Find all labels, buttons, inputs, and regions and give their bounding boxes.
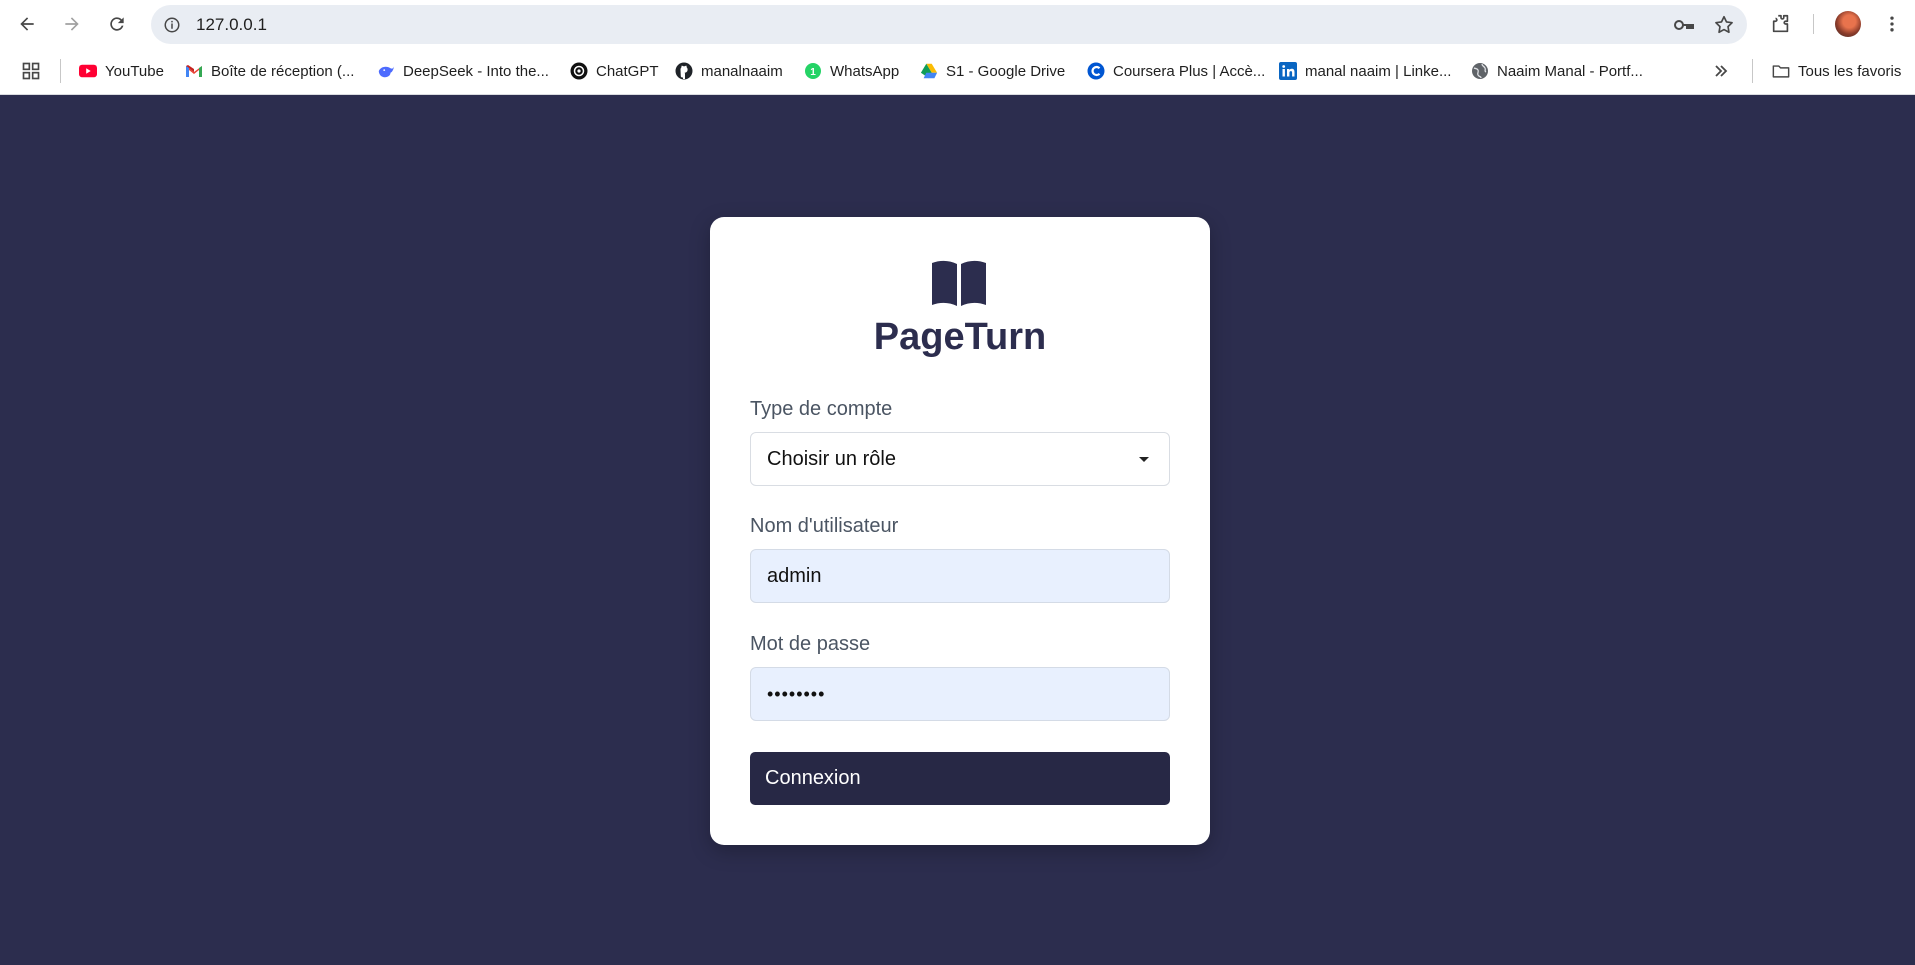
- github-icon: [675, 62, 693, 80]
- bookmark-youtube[interactable]: YouTube: [79, 59, 164, 83]
- bookmark-label: ChatGPT: [596, 62, 659, 80]
- site-info-icon[interactable]: [161, 14, 183, 36]
- bookmarks-bar: YouTube Boîte de réception (... DeepSeek…: [0, 47, 1915, 95]
- bookmark-label: YouTube: [105, 62, 164, 80]
- url-text[interactable]: 127.0.0.1: [196, 15, 267, 35]
- bookmark-label: Coursera Plus | Accè...: [1113, 62, 1266, 80]
- profile-avatar[interactable]: [1835, 11, 1861, 37]
- youtube-icon: [79, 62, 97, 80]
- google-drive-icon: [920, 62, 938, 80]
- back-button[interactable]: [11, 8, 43, 40]
- bookmark-label: manal naaim | Linke...: [1305, 62, 1452, 80]
- account-type-select[interactable]: Choisir un rôle: [750, 432, 1170, 486]
- bookmark-label: S1 - Google Drive: [946, 62, 1066, 80]
- bookmark-chatgpt[interactable]: ChatGPT: [570, 59, 659, 83]
- bookmark-whatsapp[interactable]: 1 WhatsApp: [804, 59, 899, 83]
- arrow-left-icon: [20, 17, 34, 31]
- account-type-label: Type de compte: [750, 398, 893, 420]
- arrow-right-icon: [65, 17, 79, 31]
- password-value: ••••••••: [767, 683, 826, 704]
- bookmark-linkedin[interactable]: manal naaim | Linke...: [1279, 59, 1451, 83]
- username-value: admin: [767, 564, 822, 587]
- browser-toolbar: 127.0.0.1: [0, 0, 1915, 47]
- bookmark-deepseek[interactable]: DeepSeek - Into the...: [377, 59, 549, 83]
- globe-icon: [1471, 62, 1489, 80]
- chatgpt-icon: [570, 62, 588, 80]
- folder-icon: [1772, 62, 1790, 80]
- bookmark-portfolio[interactable]: Naaim Manal - Portf...: [1471, 59, 1643, 83]
- bookmark-github[interactable]: manalnaaim: [675, 59, 783, 83]
- toolbar-divider: [1813, 14, 1814, 34]
- svg-text:1: 1: [810, 67, 816, 78]
- address-bar[interactable]: 127.0.0.1: [151, 5, 1747, 44]
- reload-icon: [110, 17, 124, 31]
- bookmark-coursera[interactable]: Coursera Plus | Accè...: [1087, 59, 1265, 83]
- password-input[interactable]: ••••••••: [750, 667, 1170, 721]
- login-card: PageTurn Type de compte Choisir un rôle …: [710, 217, 1210, 845]
- bookmark-google-drive[interactable]: S1 - Google Drive: [920, 59, 1065, 83]
- bookmark-label: WhatsApp: [830, 62, 900, 80]
- bookmark-gmail[interactable]: Boîte de réception (...: [185, 59, 354, 83]
- username-label: Nom d'utilisateur: [750, 515, 899, 537]
- password-key-icon[interactable]: [1669, 10, 1698, 39]
- bookmark-label: Naaim Manal - Portf...: [1497, 62, 1643, 80]
- kebab-menu-icon[interactable]: [1876, 8, 1908, 40]
- extensions-icon[interactable]: [1765, 8, 1797, 40]
- open-book-icon: [932, 260, 986, 306]
- account-type-value: Choisir un rôle: [767, 447, 896, 470]
- gmail-icon: [185, 62, 203, 80]
- more-bookmarks-chevron-icon[interactable]: [1712, 59, 1730, 83]
- bookmarks-divider: [60, 59, 61, 83]
- deepseek-icon: [377, 62, 395, 80]
- bookmark-label: DeepSeek - Into the...: [403, 62, 549, 80]
- all-bookmarks-folder[interactable]: Tous les favoris: [1772, 59, 1901, 83]
- login-button[interactable]: Connexion: [750, 752, 1170, 805]
- coursera-icon: [1087, 62, 1105, 80]
- whatsapp-icon: 1: [804, 62, 822, 80]
- username-input[interactable]: admin: [750, 549, 1170, 603]
- apps-grid-icon[interactable]: [21, 59, 41, 83]
- forward-button[interactable]: [56, 8, 88, 40]
- dropdown-caret-icon: [1139, 457, 1149, 462]
- password-label: Mot de passe: [750, 633, 871, 655]
- linkedin-icon: [1279, 62, 1297, 80]
- login-button-label: Connexion: [765, 767, 861, 789]
- brand-title: PageTurn: [873, 316, 1047, 358]
- reload-button[interactable]: [101, 8, 133, 40]
- bookmark-label: manalnaaim: [701, 62, 783, 80]
- bookmark-label: Boîte de réception (...: [211, 62, 355, 80]
- bookmarks-divider: [1752, 59, 1753, 83]
- bookmark-star-icon[interactable]: [1709, 10, 1738, 39]
- all-bookmarks-label: Tous les favoris: [1798, 62, 1902, 80]
